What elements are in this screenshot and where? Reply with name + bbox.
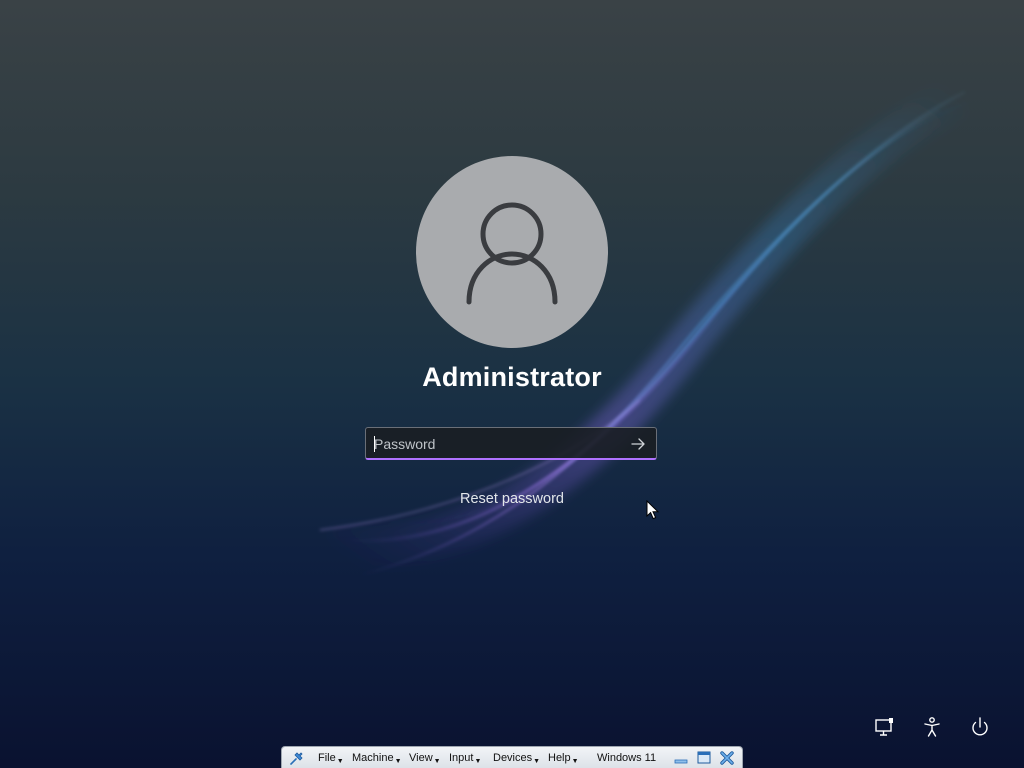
dropdown-arrow-icon: ▼ (433, 758, 441, 765)
arrow-right-icon[interactable] (626, 432, 650, 456)
dropdown-arrow-icon: ▼ (571, 758, 579, 765)
virtualbox-mini-toolbar: File▼ Machine▼ View▼ Input▼ Devices▼ Hel… (281, 746, 743, 768)
menu-file[interactable]: File▼ (318, 751, 344, 765)
dropdown-arrow-icon: ▼ (533, 758, 541, 765)
minimize-icon[interactable] (673, 750, 689, 766)
pin-icon[interactable] (288, 749, 306, 767)
restore-window-icon[interactable] (696, 750, 712, 766)
password-field[interactable] (365, 427, 657, 460)
menu-devices[interactable]: Devices▼ (493, 751, 540, 765)
close-icon[interactable] (719, 750, 735, 766)
menu-input[interactable]: Input▼ (449, 751, 481, 765)
username-label: Administrator (422, 362, 602, 392)
accessibility-icon[interactable] (918, 713, 946, 741)
dropdown-arrow-icon: ▼ (474, 758, 482, 765)
user-avatar (416, 156, 608, 348)
network-icon[interactable] (870, 713, 898, 741)
power-icon[interactable] (966, 713, 994, 741)
menu-machine[interactable]: Machine▼ (352, 751, 402, 765)
dropdown-arrow-icon: ▼ (394, 758, 402, 765)
vm-name-label: Windows 11 (597, 752, 657, 764)
user-silhouette-icon (466, 202, 558, 305)
menu-view[interactable]: View▼ (409, 751, 441, 765)
lock-screen: Administrator Reset password File▼ Machi… (0, 0, 1024, 768)
dropdown-arrow-icon: ▼ (336, 758, 344, 765)
password-input[interactable] (374, 433, 614, 455)
menu-help[interactable]: Help▼ (548, 751, 579, 765)
reset-password-link[interactable]: Reset password (362, 491, 662, 507)
